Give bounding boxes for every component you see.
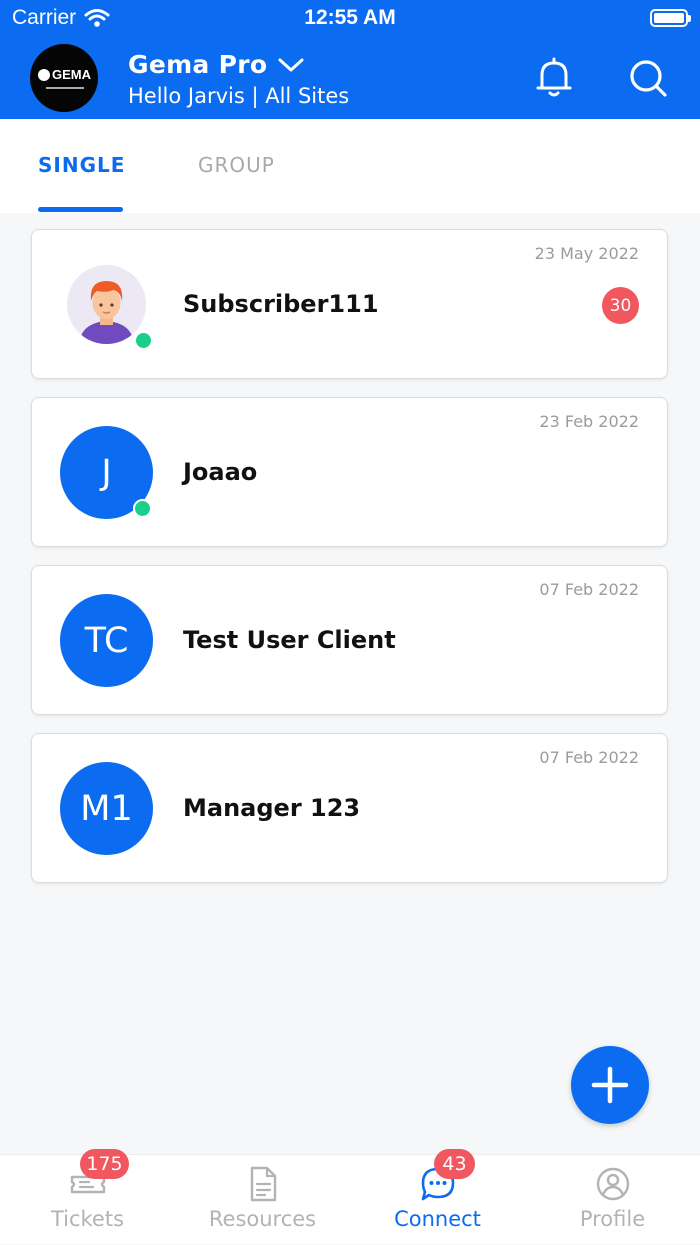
nav-label: Profile xyxy=(579,1207,646,1231)
chat-type-tabs: SINGLE GROUP xyxy=(0,119,700,213)
avatar xyxy=(67,265,146,344)
connect-count-badge: 43 xyxy=(434,1149,475,1179)
active-tab-indicator xyxy=(38,207,123,212)
avatar-initials: J xyxy=(101,452,112,493)
site-selector[interactable]: Gema Pro xyxy=(128,50,305,79)
conversation-date: 23 May 2022 xyxy=(534,244,639,263)
nav-tickets[interactable]: Tickets 175 xyxy=(0,1149,175,1245)
conversation-card-test-user-client[interactable]: 07 Feb 2022 TC Test User Client xyxy=(31,565,668,715)
conversation-name: Manager 123 xyxy=(183,794,361,822)
app-title: Gema Pro xyxy=(128,50,268,79)
avatar: M1 xyxy=(60,762,153,855)
battery-icon xyxy=(650,9,691,27)
nav-label: Tickets xyxy=(50,1207,125,1231)
bottom-navigation: Tickets 175 Resources Connect 43 Profile xyxy=(0,1149,700,1245)
search-icon[interactable] xyxy=(626,56,670,100)
tickets-count-badge: 175 xyxy=(80,1149,129,1179)
avatar: TC xyxy=(60,594,153,687)
conversation-name: Test User Client xyxy=(183,626,396,654)
avatar-initials: TC xyxy=(84,620,129,661)
profile-icon xyxy=(596,1167,629,1201)
bell-icon[interactable] xyxy=(532,56,576,100)
status-time: 12:55 AM xyxy=(304,6,396,29)
nav-label: Resources xyxy=(208,1207,317,1231)
greeting-subtitle: Hello Jarvis | All Sites xyxy=(128,84,350,108)
conversation-date: 07 Feb 2022 xyxy=(539,748,639,767)
logo-mark xyxy=(38,69,50,81)
logo-text: GEMA xyxy=(52,67,91,82)
conversation-name: Joaao xyxy=(183,458,258,486)
conversation-date: 23 Feb 2022 xyxy=(539,412,639,431)
tab-single[interactable]: SINGLE xyxy=(38,153,125,177)
unread-count-badge: 30 xyxy=(602,287,639,324)
document-icon xyxy=(250,1166,276,1202)
status-bar: Carrier 12:55 AM xyxy=(0,0,700,40)
conversation-card-manager-123[interactable]: 07 Feb 2022 M1 Manager 123 xyxy=(31,733,668,883)
tab-group[interactable]: GROUP xyxy=(198,153,275,177)
avatar-initials: M1 xyxy=(80,788,133,829)
conversation-card-joaao[interactable]: 23 Feb 2022 J Joaao xyxy=(31,397,668,547)
online-status-indicator xyxy=(134,331,153,350)
battery-fill xyxy=(654,13,684,23)
chevron-down-icon xyxy=(278,58,304,71)
conversation-name: Subscriber111 xyxy=(183,290,379,318)
company-logo[interactable]: GEMA xyxy=(30,44,98,112)
conversation-date: 07 Feb 2022 xyxy=(539,580,639,599)
app-header: Carrier 12:55 AM GEMA Gema Pro Hello Jar… xyxy=(0,0,700,119)
new-chat-button[interactable] xyxy=(571,1046,649,1124)
nav-label: Connect xyxy=(394,1207,481,1231)
nav-profile[interactable]: Profile xyxy=(525,1155,700,1245)
conversation-card-subscriber111[interactable]: 23 May 2022 Subscriber111 30 xyxy=(31,229,668,379)
online-status-indicator xyxy=(133,499,152,518)
nav-connect[interactable]: Connect 43 xyxy=(350,1149,525,1245)
nav-resources[interactable]: Resources xyxy=(175,1155,350,1245)
user-avatar-illustration xyxy=(67,265,146,344)
logo-tagline xyxy=(46,87,84,89)
plus-icon xyxy=(591,1066,629,1104)
